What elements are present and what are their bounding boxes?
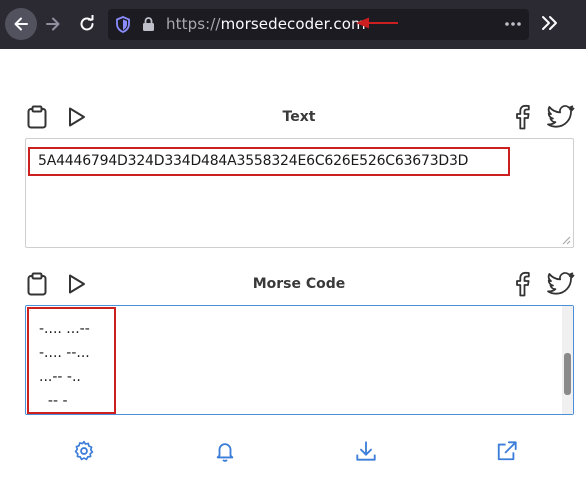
morse-scrollbar[interactable]	[562, 306, 573, 414]
facebook-icon[interactable]	[511, 271, 533, 297]
morse-line[interactable]: ...-- -..	[39, 369, 81, 385]
scrollbar-thumb[interactable]	[564, 353, 571, 395]
morse-section-title: Morse Code	[252, 276, 346, 292]
forward-button[interactable]	[37, 8, 69, 40]
clipboard-icon[interactable]	[26, 105, 48, 129]
reload-icon	[80, 15, 94, 31]
clipboard-icon[interactable]	[26, 272, 48, 296]
url-text[interactable]: https://morsedecoder.com	[166, 15, 366, 33]
annotation-arrow-icon	[356, 17, 398, 29]
highlight-box-morse: -.... ...-- -.... --... ...-- -.. -- -	[27, 307, 116, 414]
resize-grip-icon[interactable]	[560, 234, 571, 245]
twitter-icon[interactable]	[547, 272, 575, 296]
more-actions-icon[interactable]	[504, 16, 522, 32]
morse-line[interactable]: -.... --...	[39, 345, 90, 361]
facebook-icon[interactable]	[511, 104, 533, 130]
url-scheme: https://	[166, 15, 221, 33]
reload-button[interactable]	[71, 8, 103, 40]
twitter-icon[interactable]	[547, 105, 575, 129]
external-link-icon[interactable]	[496, 440, 518, 462]
play-icon[interactable]	[66, 273, 88, 295]
morse-line[interactable]: -- -	[39, 393, 68, 409]
chevron-double-right-icon[interactable]	[540, 14, 558, 32]
text-section-title: Text	[282, 109, 316, 125]
arrow-right-icon	[46, 17, 60, 31]
morse-line[interactable]: -.... ...--	[39, 321, 90, 337]
text-input-value[interactable]: 5A4446794D324D334D484A3558324E6C626E526C…	[38, 153, 468, 169]
browser-toolbar: https://morsedecoder.com	[0, 0, 586, 49]
url-host: morsedecoder.com	[220, 15, 366, 33]
back-button[interactable]	[5, 8, 37, 40]
arrow-left-icon	[14, 17, 28, 31]
lock-icon[interactable]	[142, 16, 155, 32]
download-icon[interactable]	[355, 440, 377, 462]
play-icon[interactable]	[66, 106, 88, 128]
shield-icon[interactable]	[115, 16, 131, 33]
url-bar[interactable]: https://morsedecoder.com	[108, 9, 529, 40]
bell-icon[interactable]	[214, 440, 236, 462]
gear-icon[interactable]	[73, 440, 95, 462]
highlight-box-text: 5A4446794D324D334D484A3558324E6C626E526C…	[28, 147, 510, 176]
